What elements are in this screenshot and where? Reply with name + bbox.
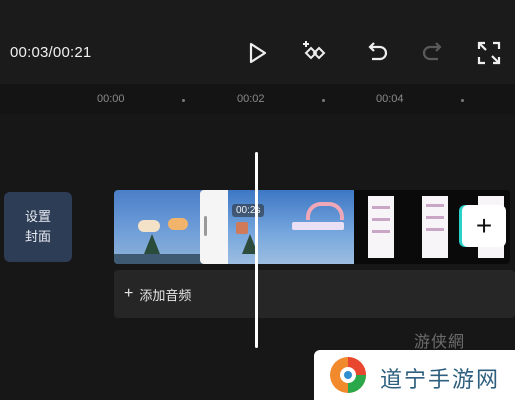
clip-thumbnail-detail [168,218,188,230]
ruler-label: 00:04 [376,93,404,105]
set-cover-button[interactable]: 设置 封面 [4,192,72,262]
clip-thumbnail-detail [236,222,248,234]
clip-thumbnail-detail [144,234,160,254]
watermark-brand-text: 道宁手游网 [380,368,501,393]
brand-logo-icon [330,357,366,393]
watermark-small: 游侠網 [414,332,466,351]
timecode: 00:03/00:21 [10,44,92,61]
clip-thumbnail [422,196,448,258]
watermark-panel: 道宁手游网 [314,350,515,400]
video-clip[interactable] [114,190,204,264]
clip-thumbnail-detail [114,254,204,264]
fullscreen-icon[interactable] [474,38,504,68]
ruler-tick [322,99,325,102]
add-clip-button[interactable]: + [462,205,506,247]
playhead[interactable] [255,152,258,348]
ruler-tick [182,99,185,102]
selected-clip[interactable]: 00:2s [200,190,354,264]
clip-thumbnail-detail [138,220,160,232]
top-toolbar: 00:03/00:21 [0,0,515,84]
ruler-label: 00:00 [97,93,125,105]
set-cover-label-line2: 封面 [24,229,51,244]
add-audio-track[interactable]: + 添加音频 [114,270,515,318]
clip-thumbnail-detail [306,202,344,220]
plus-icon: + [124,285,134,302]
video-track[interactable]: 00:2s [114,190,510,264]
timeline-ruler[interactable]: 00:00 00:02 00:04 [0,84,515,114]
ruler-tick [461,99,464,102]
play-icon[interactable] [242,38,272,68]
clip-thumbnail-detail [292,222,344,230]
set-cover-label-line1: 设置 [24,209,51,224]
add-audio-label: 添加音频 [139,287,192,303]
ruler-label: 00:02 [237,93,265,105]
redo-icon[interactable] [418,38,448,68]
keyframe-add-icon[interactable] [302,38,332,68]
trim-handle[interactable] [204,216,207,236]
undo-icon[interactable] [362,38,392,68]
plus-icon: + [475,210,493,241]
video-clip[interactable] [228,190,354,264]
clip-thumbnail [368,196,394,258]
clip-duration-badge: 00:2s [232,204,265,217]
